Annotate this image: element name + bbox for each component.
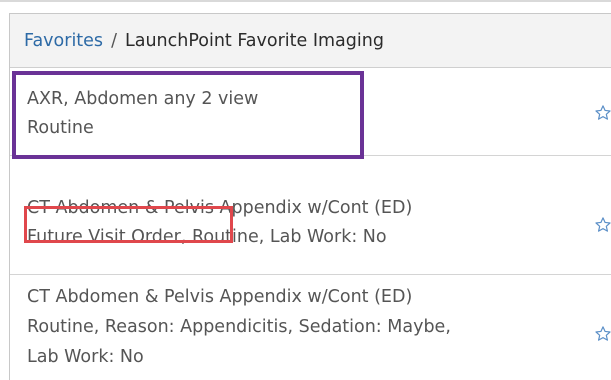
breadcrumb: Favorites / LaunchPoint Favorite Imaging: [24, 30, 384, 52]
breadcrumb-favorites-link[interactable]: Favorites: [24, 31, 103, 51]
order-title: CT Abdomen & Pelvis Appendix w/Cont (ED): [27, 198, 413, 218]
star-outline-icon[interactable]: [594, 216, 611, 234]
imaging-favorites-window: Favorites / LaunchPoint Favorite Imaging A…: [0, 0, 611, 380]
favorites-panel: Favorites / LaunchPoint Favorite Imaging A…: [9, 13, 611, 380]
star-outline-icon[interactable]: [594, 325, 611, 343]
breadcrumb-current-page: LaunchPoint Favorite Imaging: [124, 31, 384, 51]
order-details: Future Visit Order, Routine, Lab Work: N…: [27, 227, 387, 247]
breadcrumb-separator: /: [111, 31, 117, 51]
panel-header: Favorites / LaunchPoint Favorite Imaging: [10, 14, 611, 68]
order-details: Routine, Reason: Appendicitis, Sedation:…: [27, 317, 451, 337]
order-title: AXR, Abdomen any 2 view: [27, 89, 259, 109]
order-details-continued: Lab Work: No: [27, 347, 144, 367]
favorite-order-row[interactable]: CT Abdomen & Pelvis Appendix w/Cont (ED)…: [10, 156, 611, 275]
order-details: Routine: [27, 118, 94, 138]
star-outline-icon[interactable]: [594, 104, 611, 122]
favorite-order-row[interactable]: AXR, Abdomen any 2 view Routine: [10, 69, 611, 156]
favorite-order-row[interactable]: CT Abdomen & Pelvis Appendix w/Cont (ED)…: [10, 275, 611, 380]
top-divider: [0, 0, 611, 2]
order-title: CT Abdomen & Pelvis Appendix w/Cont (ED): [27, 287, 413, 307]
